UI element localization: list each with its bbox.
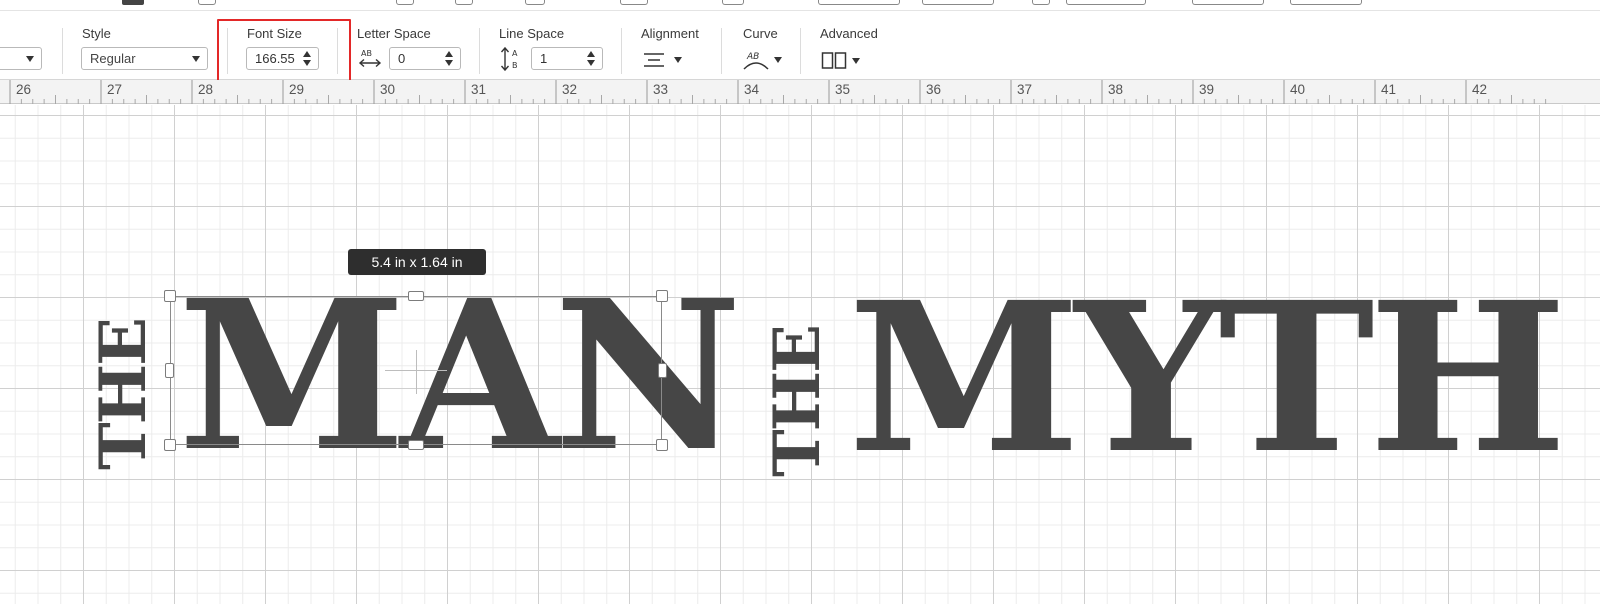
- text-the-left[interactable]: THE: [86, 319, 161, 470]
- ruler-label: 37: [1017, 82, 1033, 97]
- style-dropdown[interactable]: Regular: [81, 47, 208, 70]
- svg-text:AB: AB: [361, 49, 372, 58]
- ruler-label: 38: [1108, 82, 1124, 97]
- style-label: Style: [82, 26, 111, 41]
- line-space-label: Line Space: [499, 26, 565, 41]
- toolbar-input-fragment[interactable]: [1290, 0, 1362, 5]
- dimension-tooltip: 5.4 in x 1.64 in: [348, 249, 486, 275]
- ruler-label: 39: [1199, 82, 1215, 97]
- letter-space-value: 0: [398, 51, 406, 66]
- ruler-label: 29: [289, 82, 305, 97]
- curve-dropdown[interactable]: AB: [742, 48, 788, 72]
- toolbar-divider: [62, 28, 63, 74]
- chevron-down-icon: [674, 57, 682, 63]
- alignment-dropdown[interactable]: [642, 49, 688, 71]
- resize-handle-top[interactable]: [408, 291, 424, 301]
- resize-handle-top-left[interactable]: [164, 290, 176, 302]
- advanced-dropdown[interactable]: [821, 50, 867, 72]
- toolbar-icon-fragment[interactable]: [455, 0, 473, 5]
- svg-text:A: A: [512, 49, 518, 58]
- top-toolbar-fragment: [0, 0, 1600, 10]
- svg-text:B: B: [512, 61, 518, 70]
- ruler-label: 33: [653, 82, 669, 97]
- ruler-label: 26: [16, 82, 32, 97]
- letter-space-icon: AB: [358, 49, 382, 68]
- ruler-label: 34: [744, 82, 760, 97]
- chevron-down-icon: [26, 56, 34, 62]
- resize-handle-top-right[interactable]: [656, 290, 668, 302]
- svg-text:AB: AB: [746, 52, 759, 62]
- letter-space-stepper[interactable]: 0: [389, 47, 461, 70]
- alignment-label: Alignment: [641, 26, 699, 41]
- curve-label: Curve: [743, 26, 778, 41]
- chevron-down-icon: [774, 57, 782, 63]
- line-space-stepper[interactable]: 1: [531, 47, 603, 70]
- stepper-arrows-icon[interactable]: [587, 51, 596, 66]
- resize-handle-right[interactable]: [658, 363, 667, 378]
- ruler-label: 42: [1472, 82, 1488, 97]
- toolbar-divider: [479, 28, 480, 74]
- resize-handle-bottom[interactable]: [408, 440, 424, 450]
- line-space-icon: A B: [500, 46, 518, 72]
- resize-handle-bottom-left[interactable]: [164, 439, 176, 451]
- toolbar-input-fragment[interactable]: [1192, 0, 1264, 5]
- letter-space-label: Letter Space: [357, 26, 431, 41]
- toolbar-icon-fragment[interactable]: [1032, 0, 1050, 5]
- design-canvas[interactable]: THE MAN THE MYTH 5.4 in x 1.64 in: [0, 105, 1600, 604]
- curve-text-icon: AB: [743, 52, 769, 70]
- color-swatch[interactable]: [122, 0, 144, 5]
- line-space-value: 1: [540, 51, 548, 66]
- ruler-label: 41: [1381, 82, 1397, 97]
- horizontal-ruler: 26 27 28 29 30 31 32 33 34 35 36 37 38 39 40 41 42: [0, 80, 1600, 104]
- toolbar-input-fragment[interactable]: [922, 0, 994, 5]
- resize-handle-bottom-right[interactable]: [656, 439, 668, 451]
- advanced-icon: [821, 52, 847, 69]
- toolbar-icon-fragment[interactable]: [198, 0, 216, 5]
- toolbar-divider: [621, 28, 622, 74]
- stepper-arrows-icon[interactable]: [445, 51, 454, 66]
- toolbar-icon-fragment[interactable]: [722, 0, 744, 5]
- ruler-label: 32: [562, 82, 578, 97]
- text-the-right[interactable]: THE: [760, 326, 835, 477]
- style-dropdown-value: Regular: [90, 51, 136, 66]
- toolbar-divider: [721, 28, 722, 74]
- toolbar-input-fragment[interactable]: [1066, 0, 1146, 5]
- ruler-label: 36: [926, 82, 942, 97]
- text-myth[interactable]: MYTH: [848, 275, 1567, 481]
- toolbar-input-fragment[interactable]: [818, 0, 900, 5]
- toolbar-divider: [800, 28, 801, 74]
- chevron-down-icon: [852, 58, 860, 64]
- toolbar-icon-fragment[interactable]: [620, 0, 648, 5]
- ruler-ticks: [9, 80, 1547, 104]
- ruler-label: 40: [1290, 82, 1306, 97]
- ruler-label: 27: [107, 82, 123, 97]
- resize-handle-left[interactable]: [165, 363, 174, 378]
- rotation-center-line: [416, 350, 417, 394]
- toolbar-icon-fragment[interactable]: [525, 0, 545, 5]
- ruler-label: 30: [380, 82, 396, 97]
- ruler-label: 31: [471, 82, 487, 97]
- ruler-label: 28: [198, 82, 214, 97]
- ruler-label: 35: [835, 82, 851, 97]
- chevron-down-icon: [192, 56, 200, 62]
- align-center-icon: [644, 53, 664, 67]
- toolbar-icon-fragment[interactable]: [396, 0, 414, 5]
- font-size-highlight: [217, 19, 351, 86]
- advanced-label: Advanced: [820, 26, 878, 41]
- font-dropdown[interactable]: [0, 47, 42, 70]
